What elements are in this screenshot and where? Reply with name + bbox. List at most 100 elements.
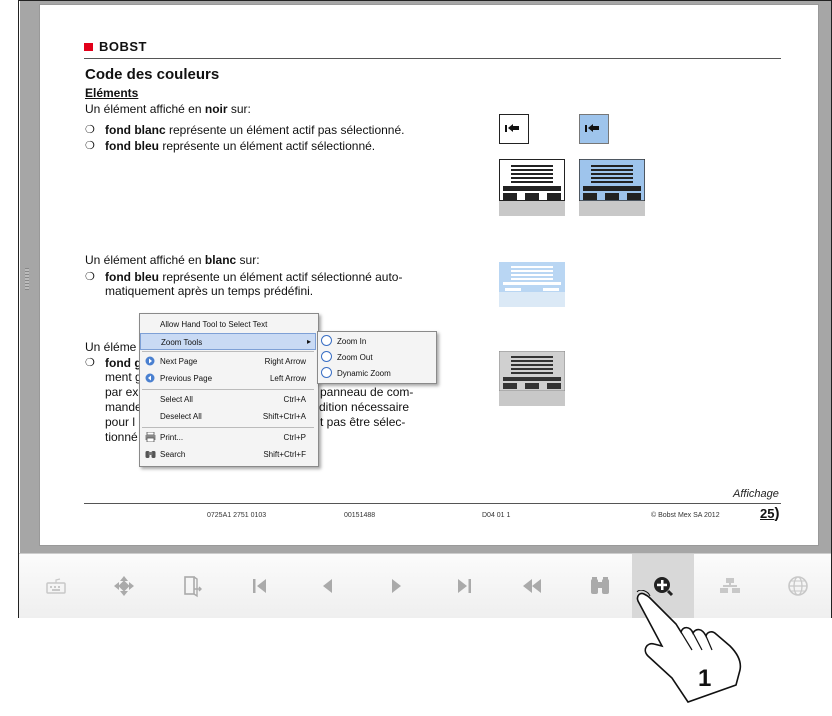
previous-page-icon <box>318 576 338 596</box>
section1-bullet2: ❍ fond bleu représente un élément actif s… <box>85 139 376 153</box>
menu-separator <box>142 427 314 428</box>
section3-line6-left: tionné <box>105 430 138 444</box>
next-page-button[interactable] <box>365 554 427 618</box>
menu-item-label: Print... <box>160 433 184 442</box>
section2-bullet1: ❍ fond bleu représente un élément actif s… <box>85 270 403 298</box>
exit-document-button[interactable] <box>161 554 223 618</box>
context-menu: Allow Hand Tool to Select Text Zoom Tool… <box>139 313 319 467</box>
page-title: Code des couleurs <box>85 66 220 83</box>
arrow-icon-white-example <box>499 114 529 144</box>
menu-item-label: Previous Page <box>160 374 213 383</box>
bullet-text: représente un élément actif sélectionné. <box>159 139 376 153</box>
section1-intro: Un élément affiché en noir sur: <box>85 102 251 117</box>
menu-item-label: Next Page <box>160 357 198 366</box>
menu-item-zoom-tools[interactable]: Zoom Tools ▸ <box>140 333 316 350</box>
section3-bullet: ❍ fond g <box>85 356 142 370</box>
pallet-icon-grey-example <box>498 350 566 406</box>
next-page-icon <box>386 576 406 596</box>
last-page-button[interactable] <box>433 554 495 618</box>
menu-item-shortcut: Shift+Ctrl+A <box>262 412 306 421</box>
intro-text-end: sur: <box>227 102 251 116</box>
menu-item-next-page[interactable]: Next Page Right Arrow <box>140 353 316 370</box>
menu-item-label: Zoom In <box>337 337 367 346</box>
globe-icon <box>787 575 809 597</box>
resize-handle[interactable] <box>25 268 29 290</box>
pointing-hand-callout: 1 <box>632 589 762 716</box>
section3-line3-left: par ex <box>105 385 139 399</box>
footer-rule <box>84 503 781 504</box>
first-page-button[interactable] <box>229 554 291 618</box>
intro-text-end: sur: <box>236 253 260 267</box>
submenu-arrow-icon: ▸ <box>306 337 311 346</box>
menu-item-shortcut: Shift+Ctrl+F <box>263 450 306 459</box>
arrow-icon-blue-example <box>579 114 609 144</box>
intro-text: Un élément affiché en <box>85 253 205 267</box>
page-number-text: 25 <box>760 506 775 521</box>
menu-item-shortcut: Right Arrow <box>264 357 306 366</box>
section3-line5-left: pour l <box>105 415 136 429</box>
rewind-icon <box>521 576 543 596</box>
menu-item-select-all[interactable]: Select All Ctrl+A <box>140 391 316 408</box>
exit-document-icon <box>181 574 203 598</box>
zoom-out-icon <box>321 351 332 362</box>
bullet-bold: fond g <box>105 356 142 370</box>
first-page-icon <box>250 576 270 596</box>
menu-item-deselect-all[interactable]: Deselect All Shift+Ctrl+A <box>140 408 316 425</box>
menu-separator <box>142 389 314 390</box>
menu-item-print[interactable]: Print... Ctrl+P <box>140 429 316 446</box>
pallet-icon-white-example <box>498 158 566 216</box>
menu-item-zoom-out[interactable]: Zoom Out <box>318 349 434 365</box>
pallet-icon-auto-selected-example <box>499 262 565 307</box>
menu-item-label: Zoom Out <box>337 353 373 362</box>
rewind-button[interactable] <box>501 554 563 618</box>
menu-item-allow-hand-tool[interactable]: Allow Hand Tool to Select Text <box>140 316 316 333</box>
bullet-bold: fond blanc <box>105 123 166 137</box>
menu-item-shortcut: Ctrl+A <box>283 395 306 404</box>
search-button[interactable] <box>569 554 631 618</box>
section3-line4-right: dition nécessaire <box>319 400 410 414</box>
section3-line5-right: t pas être sélec- <box>320 415 406 429</box>
last-page-icon <box>454 576 474 596</box>
globe-button[interactable] <box>767 554 829 618</box>
section3-line3-right: panneau de com- <box>320 385 414 399</box>
menu-item-shortcut: Left Arrow <box>269 374 306 383</box>
page-subtitle: Eléments <box>85 86 139 100</box>
keyboard-icon <box>46 578 66 594</box>
callout-number: 1 <box>698 665 711 692</box>
menu-item-search[interactable]: Search Shift+Ctrl+F <box>140 446 316 463</box>
menu-item-dynamic-zoom[interactable]: Dynamic Zoom <box>318 365 434 381</box>
menu-item-zoom-in[interactable]: Zoom In <box>318 333 434 349</box>
bullet-text: représente un élément actif pas sélectio… <box>165 123 405 137</box>
footer-code2: 00151488 <box>344 512 376 519</box>
bullet-text: représente un élément actif sélectionné … <box>159 270 403 284</box>
intro-bold: blanc <box>204 253 237 267</box>
footer-code1: 0725A1 2751 0103 <box>207 512 267 519</box>
logo-text: BOBST <box>99 39 147 54</box>
menu-item-label: Select All <box>160 395 193 404</box>
bobst-logo: BOBST <box>84 39 147 54</box>
footer-copyright: © Bobst Mex SA 2012 <box>651 512 720 519</box>
navigation-pad-button[interactable] <box>93 554 155 618</box>
printer-icon <box>145 431 156 443</box>
zoom-tools-submenu: Zoom In Zoom Out Dynamic Zoom <box>317 331 437 384</box>
section2-intro: Un élément affiché en blanc sur: <box>85 253 260 268</box>
menu-item-label: Zoom Tools <box>161 338 203 347</box>
bullet-bold: fond bleu <box>105 270 159 284</box>
intro-text: Un élément affiché en <box>85 102 205 116</box>
page-number: 25) <box>760 505 780 522</box>
bullet-bold: fond bleu <box>105 139 159 153</box>
footer-section-name: Affichage <box>733 488 779 500</box>
dynamic-zoom-icon <box>321 367 332 378</box>
menu-item-previous-page[interactable]: Previous Page Left Arrow <box>140 370 316 387</box>
footer-code3: D04 01 1 <box>482 512 511 519</box>
menu-item-shortcut: Ctrl+P <box>283 433 306 442</box>
next-page-icon <box>145 356 155 366</box>
menu-item-label: Search <box>160 450 186 459</box>
section3-intro: Un éléme <box>85 340 137 354</box>
zoom-in-icon <box>321 335 332 346</box>
previous-page-button[interactable] <box>297 554 359 618</box>
binoculars-icon <box>589 575 611 597</box>
bullet-text-line2: matiquement après un temps prédéfini. <box>105 284 314 298</box>
keyboard-button[interactable] <box>25 554 87 618</box>
menu-item-label: Deselect All <box>160 412 202 421</box>
